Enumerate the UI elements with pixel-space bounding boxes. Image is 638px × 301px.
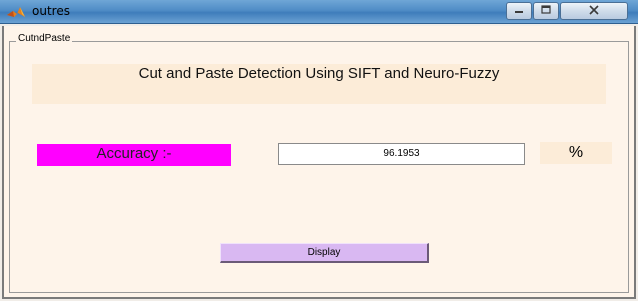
maximize-icon bbox=[540, 2, 552, 20]
window-title: outres bbox=[32, 4, 70, 18]
maximize-button[interactable] bbox=[533, 2, 559, 20]
page-title: Cut and Paste Detection Using SIFT and N… bbox=[138, 65, 500, 82]
close-button[interactable] bbox=[560, 2, 628, 20]
minimize-button[interactable] bbox=[506, 2, 532, 20]
figure-client-area: CutndPaste Cut and Paste Detection Using… bbox=[2, 26, 636, 299]
panel-title: CutndPaste bbox=[16, 33, 73, 44]
heading-box: Cut and Paste Detection Using SIFT and N… bbox=[32, 64, 606, 104]
percent-label: % bbox=[540, 142, 612, 164]
title-bar[interactable]: outres bbox=[0, 0, 638, 24]
minimize-icon bbox=[513, 2, 525, 20]
display-button[interactable]: Display bbox=[220, 243, 429, 263]
close-icon bbox=[588, 2, 600, 20]
app-window: outres CutndPaste Cut and Paste Detectio… bbox=[0, 0, 638, 301]
accuracy-value-field[interactable]: 96.1953 bbox=[278, 143, 525, 165]
matlab-icon bbox=[6, 5, 26, 19]
accuracy-label: Accuracy :- bbox=[37, 144, 231, 166]
